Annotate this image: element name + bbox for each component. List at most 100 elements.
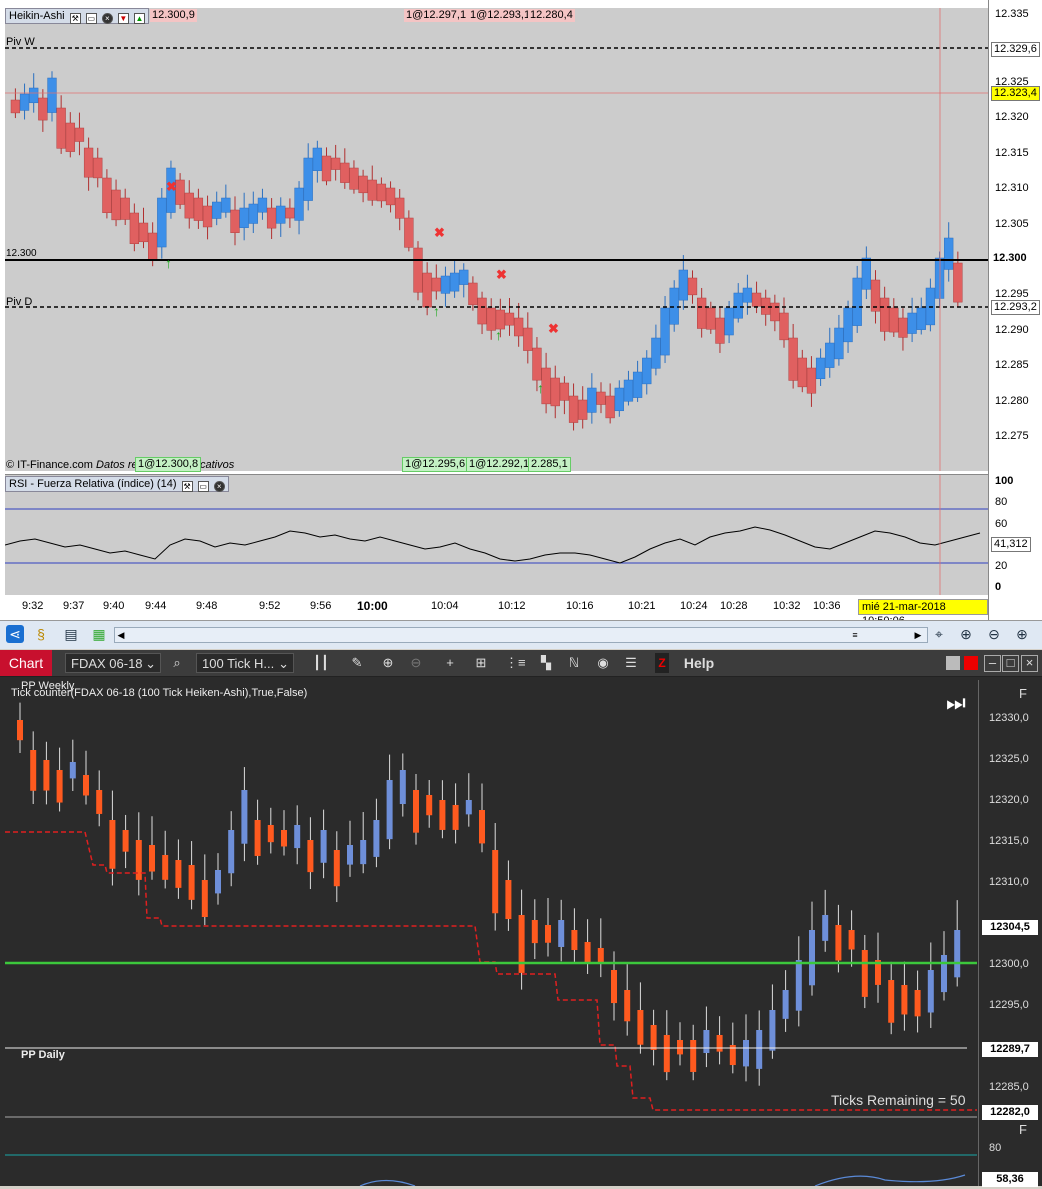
rsi-header[interactable]: RSI - Fuerza Relativa (índice) (14) ⚒ ▭ … [5,476,229,492]
order-tag[interactable]: 12.300,9 [150,9,197,22]
maximize-icon[interactable]: □ [1002,655,1019,672]
close-icon[interactable]: × [213,481,225,492]
candle-body [431,277,441,292]
zoom-out-icon[interactable]: ⊖ [985,625,1003,643]
price-axis[interactable]: 12.335 12.325 12.320 12.315 12.310 12.30… [988,0,1042,620]
axis-tick-label: 12.315 [995,147,1029,159]
candle-body [376,183,387,202]
minimize-icon[interactable]: – [984,655,1001,672]
candle-body [584,942,591,964]
search-icon[interactable]: ⌕ [168,653,186,673]
pivot-daily-label: Piv D [6,296,33,308]
order-tag[interactable]: 1@12.297,1 [404,9,469,22]
zoom-in-icon[interactable]: ⊕ [1013,625,1031,643]
candle-body [559,382,570,401]
scroll-left-icon[interactable]: ◀ [115,628,127,642]
candle-body [19,93,30,111]
rsi-plot-area[interactable] [4,474,988,595]
candle-body [716,1035,723,1052]
axis-tick-label: 12295,0 [989,999,1029,1011]
table-icon[interactable]: ▤ [62,625,80,643]
candle-body [439,800,446,830]
tab-chart[interactable]: Chart [0,650,52,676]
pivot-weekly-label: Piv W [6,36,35,48]
candle-body [266,207,277,229]
red-square-icon[interactable] [964,656,978,670]
ninja-price-axis[interactable]: F 12330,0 12325,0 12320,0 12315,0 12310,… [978,680,1042,1187]
candle-body [149,845,155,872]
z-logo-icon[interactable]: Z [655,653,669,673]
share-icon[interactable]: ⋖ [6,625,24,643]
wrench-icon[interactable]: ⚒ [181,481,193,492]
indicator-icon[interactable]: § [32,625,50,643]
gray-square-icon[interactable] [946,656,960,670]
axis-tick-label: 12320,0 [989,794,1029,806]
candle-body [17,720,23,741]
candle-body [782,990,789,1019]
order-tag[interactable]: 1@12.295,6 [402,457,469,472]
instrument-select[interactable]: FDAX 06-18 ⌄ [65,653,161,673]
crosshair-icon[interactable]: + [440,653,460,673]
sell-x-icon: ✖ [434,225,445,240]
help-menu[interactable]: Help [679,653,719,673]
candle-body [806,367,817,394]
candle-body [83,147,94,178]
heikin-ashi-header[interactable]: Heikin-Ashi ⚒ ▭ × ▼ ▲ [5,8,149,24]
download-icon[interactable]: ▼ [117,13,129,24]
order-tag[interactable]: 1@12.300,8 [135,457,202,472]
indicators-icon[interactable]: ⋮≡ [505,653,526,673]
time-axis[interactable]: 9:32 9:37 9:40 9:44 9:48 9:52 9:56 10:00… [5,596,988,627]
order-tag[interactable]: 12.280,4 [528,9,575,22]
drawing-tools-icon[interactable]: ℕ [564,653,584,673]
scroll-thumb-icon[interactable]: ≡ [851,628,859,642]
window-icon[interactable]: ▭ [85,13,97,24]
candle-body [228,830,235,874]
candle-body [571,930,578,951]
period-select[interactable]: 100 Tick H... ⌄ [196,653,294,673]
candle-body [706,307,716,330]
grid-icon[interactable]: ▦ [90,625,108,643]
rsi-axis-label: 0 [995,581,1002,593]
pp-daily-label: PP Daily [21,1049,65,1061]
strategies-icon[interactable]: ▚ [536,653,556,673]
candle-body [934,257,945,299]
time-tick-label: 9:44 [145,600,167,612]
axis-tick-label: 12.285 [995,359,1029,371]
candle-body [109,820,116,869]
buy-arrow-icon: ↑ [165,255,172,271]
scroll-right-icon[interactable]: ▶ [912,628,924,642]
refresh-icon[interactable]: ◉ [593,653,613,673]
bar-style-icon[interactable]: ┃┃ [311,653,331,673]
candle-body [120,197,130,220]
zoom-area-icon[interactable]: ⊕ [957,625,975,643]
zoom-in-icon[interactable]: ⊕ [378,653,398,673]
candle-body [587,387,597,413]
order-tag[interactable]: 1@12.292,1 [466,457,533,472]
horizontal-scrollbar[interactable]: ◀ ≡ ▶ [114,627,928,643]
upload-icon[interactable]: ▲ [133,13,145,24]
candle-body [637,1010,644,1045]
order-tag[interactable]: 2.285,1 [528,457,571,472]
candle-body [834,327,844,360]
candle-body [373,820,380,857]
cursor-icon[interactable]: ⌖ [930,625,948,643]
candle-body [360,840,367,865]
candle-body [138,222,149,243]
candle-body [916,307,926,330]
axis-tick-label: 12300,0 [989,958,1029,970]
zoom-out-icon[interactable]: ⊖ [406,653,426,673]
pencil-icon[interactable]: ✎ [347,653,367,673]
list-icon[interactable]: ☰ [621,653,641,673]
wrench-icon[interactable]: ⚒ [69,13,81,24]
price-plot-area[interactable]: ↑ ↑ ↑ ↑ ✖ ✖ ✖ ✖ [5,8,988,471]
order-tag[interactable]: 1@12.293,1 [468,9,533,22]
candle-body [795,960,802,1011]
f-label: F [1019,1122,1027,1137]
skip-to-end-icon[interactable]: ⏭ [946,690,966,716]
window-icon[interactable]: ▭ [197,481,209,492]
price-tag: 12282,0 [982,1105,1038,1120]
data-box-icon[interactable]: ⊞ [471,653,491,673]
close-icon[interactable]: × [101,13,113,24]
close-icon[interactable]: × [1021,655,1038,672]
ninja-plot-area[interactable] [5,680,977,1187]
